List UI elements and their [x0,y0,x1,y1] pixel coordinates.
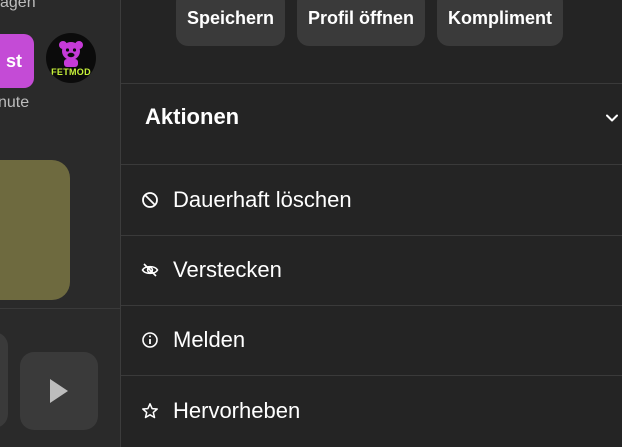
eye-off-icon [141,263,159,277]
follow-button-partial[interactable]: st [0,34,34,88]
media-card[interactable] [0,160,70,300]
compliment-button[interactable]: Kompliment [437,0,564,46]
action-hide[interactable]: Verstecken [121,235,622,305]
action-label: Dauerhaft löschen [173,187,352,212]
play-icon [50,379,68,403]
avatar-brand-text: FETMOD [51,67,91,77]
play-button[interactable] [20,352,98,430]
info-icon [142,332,158,348]
save-button[interactable]: Speichern [176,0,286,46]
button-row: Speichern Profil öffnen Kompliment [176,0,564,46]
chevron-down-icon[interactable] [606,112,618,124]
partial-timestamp: nute [0,94,30,111]
partial-text-top: agen [0,0,36,11]
divider [121,83,622,84]
avatar[interactable]: FETMOD [46,33,96,83]
block-icon [142,192,158,208]
action-label: Hervorheben [173,398,301,423]
action-delete-permanently[interactable]: Dauerhaft löschen [121,165,622,235]
bear-logo-icon [59,41,83,67]
action-highlight[interactable]: Hervorheben [121,376,622,446]
action-report[interactable]: Melden [121,305,622,375]
divider [0,308,120,309]
open-profile-button[interactable]: Profil öffnen [297,0,426,46]
action-label: Verstecken [173,257,282,282]
actions-section-title[interactable]: Aktionen [145,104,239,130]
background-feed: agen st FETMOD nute [0,0,120,447]
control-card[interactable] [0,332,8,428]
action-label: Melden [173,327,246,352]
actions-panel: Speichern Profil öffnen Kompliment Aktio… [120,0,622,447]
star-icon [142,403,158,419]
